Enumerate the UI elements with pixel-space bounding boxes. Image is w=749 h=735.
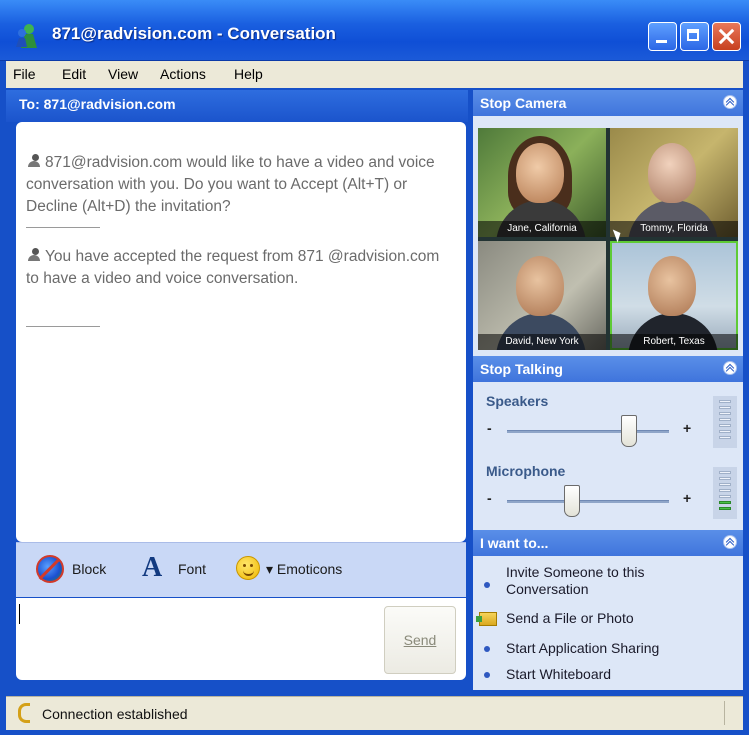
- text-caret: [19, 604, 20, 624]
- menu-help[interactable]: Help: [234, 66, 263, 82]
- title-bar[interactable]: 871@radvision.com - Conversation: [0, 0, 749, 61]
- window-title: 871@radvision.com - Conversation: [52, 24, 336, 43]
- send-file-link[interactable]: Send a File or Photo: [506, 610, 634, 627]
- stop-talking-link[interactable]: Stop Talking: [480, 361, 563, 377]
- collapse-icon[interactable]: [723, 95, 737, 109]
- microphone-slider[interactable]: [507, 500, 669, 503]
- maximize-button[interactable]: [680, 22, 709, 51]
- participant-name: Robert, Texas: [610, 334, 738, 350]
- conversation-window: 871@radvision.com - Conversation File Ed…: [0, 0, 749, 735]
- camera-header[interactable]: Stop Camera: [473, 90, 743, 116]
- menu-file[interactable]: File: [13, 66, 36, 82]
- bullet-icon: [484, 672, 490, 678]
- collapse-icon[interactable]: [723, 361, 737, 375]
- collapse-icon[interactable]: [723, 535, 737, 549]
- invite-link[interactable]: Invite Someone to this Conversation: [506, 564, 656, 598]
- video-tile[interactable]: David, New York: [478, 241, 606, 350]
- video-tile[interactable]: Robert, Texas: [610, 241, 738, 350]
- font-icon[interactable]: A: [142, 552, 162, 584]
- speakers-plus[interactable]: +: [683, 420, 691, 436]
- recipient-label: To: 871@radvision.com: [19, 96, 176, 112]
- message-input[interactable]: Send: [16, 598, 466, 680]
- close-button[interactable]: [712, 22, 741, 51]
- bullet-icon: [484, 582, 490, 588]
- minimize-button[interactable]: [648, 22, 677, 51]
- message-item: 871@radvision.com would like to have a v…: [26, 152, 456, 218]
- status-divider: [724, 701, 725, 725]
- menu-actions[interactable]: Actions: [160, 66, 206, 82]
- menu-bar: File Edit View Actions Help: [6, 61, 743, 88]
- emoticon-icon[interactable]: [236, 556, 260, 580]
- message-divider: [26, 227, 100, 228]
- block-icon[interactable]: [36, 555, 64, 583]
- message-text: 871@radvision.com would like to have a v…: [26, 154, 435, 215]
- microphone-slider-thumb[interactable]: [563, 485, 580, 517]
- block-button[interactable]: Block: [72, 561, 106, 577]
- participant-name: Tommy, Florida: [610, 221, 738, 237]
- participant-name: Jane, California: [478, 221, 606, 237]
- tasks-title: I want to...: [480, 535, 549, 551]
- bullet-icon: [484, 646, 490, 652]
- video-tile[interactable]: Jane, California: [478, 128, 606, 237]
- status-bar: Connection established: [6, 696, 743, 730]
- conversation-history[interactable]: 871@radvision.com would like to have a v…: [16, 122, 466, 542]
- microphone-label: Microphone: [486, 463, 566, 479]
- emoticons-button[interactable]: ▾ Emoticons: [266, 561, 342, 578]
- video-grid: Jane, California Tommy, Florida David, N…: [478, 128, 738, 350]
- message-divider: [26, 326, 100, 327]
- contact-icon: [26, 154, 42, 168]
- format-toolbar: Block A Font ▾ Emoticons: [16, 542, 466, 597]
- contact-icon: [26, 248, 42, 262]
- stop-camera-link[interactable]: Stop Camera: [480, 95, 566, 111]
- speakers-slider[interactable]: [507, 430, 669, 433]
- message-text: You have accepted the request from 871 @…: [26, 248, 440, 287]
- microphone-plus[interactable]: +: [683, 490, 691, 506]
- app-sharing-link[interactable]: Start Application Sharing: [506, 640, 659, 657]
- menu-edit[interactable]: Edit: [62, 66, 86, 82]
- microphone-level-meter: [713, 467, 737, 519]
- message-item: You have accepted the request from 871 @…: [26, 246, 456, 290]
- font-button[interactable]: Font: [178, 561, 206, 577]
- send-file-icon: [476, 612, 497, 626]
- video-tile[interactable]: Tommy, Florida: [610, 128, 738, 237]
- speakers-label: Speakers: [486, 393, 549, 409]
- speakers-slider-thumb[interactable]: [620, 415, 637, 447]
- microphone-minus[interactable]: -: [487, 490, 492, 506]
- whiteboard-link[interactable]: Start Whiteboard: [506, 666, 611, 683]
- audio-header[interactable]: Stop Talking: [473, 356, 743, 382]
- menu-view[interactable]: View: [108, 66, 138, 82]
- side-panel: Stop Camera Jane, California Tommy, Flor…: [473, 90, 743, 690]
- phone-icon: [18, 703, 30, 723]
- status-text: Connection established: [42, 706, 188, 722]
- tasks-header[interactable]: I want to...: [473, 530, 743, 556]
- speakers-minus[interactable]: -: [487, 420, 492, 436]
- participant-name: David, New York: [478, 334, 606, 350]
- recipient-bar: To: 871@radvision.com: [6, 90, 468, 122]
- speakers-level-meter: [713, 396, 737, 448]
- send-button[interactable]: Send: [384, 606, 456, 674]
- messenger-icon: [16, 24, 37, 48]
